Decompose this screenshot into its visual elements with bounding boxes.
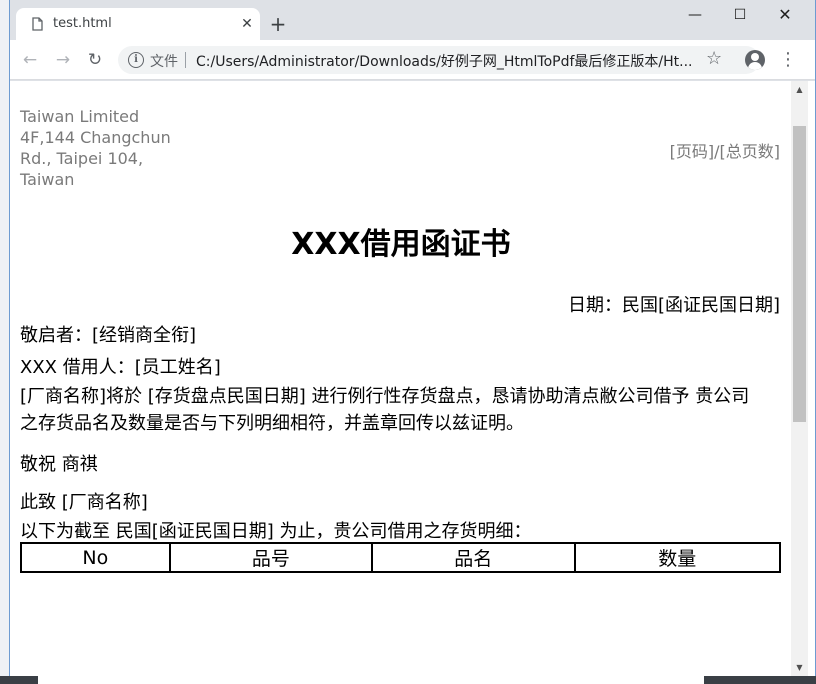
body-paragraph: [厂商名称]将於 [存货盘点民国日期] 进行例行性存货盘点，恳请协助清点敝公司借… [20,386,750,434]
scroll-up-icon[interactable]: ▲ [791,81,808,98]
page-viewport: Taiwan Limited 4F,144 Changchun Rd., Tai… [10,81,815,676]
header-quantity: 数量 [573,542,782,573]
omnibox-separator [185,52,186,68]
company-address: Taiwan Limited 4F,144 Changchun Rd., Tai… [20,106,180,190]
borrower-line: XXX 借用人：[员工姓名] [20,357,221,378]
header-item-code: 品号 [168,542,374,573]
browser-window: test.html ✕ + — ☐ ✕ ← → ↻ i 文件 C:/Users/… [9,0,816,676]
forward-arrow-icon[interactable]: → [51,48,75,72]
scroll-down-icon[interactable]: ▼ [791,659,808,676]
desktop-background [0,0,9,684]
vertical-scrollbar[interactable]: ▲ ▼ [791,81,808,676]
tab-title: test.html [53,16,112,31]
scroll-thumb[interactable] [793,126,806,422]
sender-line: 此致 [厂商名称] [20,492,148,513]
taskbar-edge [0,676,816,684]
tab-close-icon[interactable]: ✕ [237,14,257,34]
date-line: 日期：民国[函证民国日期] [567,295,780,316]
salutation: 敬启者：[经销商全衔] [20,325,197,346]
company-line: 4F,144 Changchun [20,128,171,147]
menu-kebab-icon[interactable]: ⋮ [779,48,797,72]
back-arrow-icon[interactable]: ← [18,48,42,72]
minimize-icon[interactable]: — [672,0,718,30]
address-bar[interactable]: i 文件 C:/Users/Administrator/Downloads/好例… [118,46,760,74]
reload-icon[interactable]: ↻ [83,48,107,72]
toolbar: ← → ↻ i 文件 C:/Users/Administrator/Downlo… [10,40,815,80]
tab-strip: test.html ✕ + — ☐ ✕ [10,0,815,40]
page-icon [32,17,43,31]
url-text[interactable]: C:/Users/Administrator/Downloads/好例子网_Ht… [196,51,696,71]
detail-intro: 以下为截至 民国[函证民国日期] 为止，贵公司借用之存货明细： [20,521,532,542]
profile-icon[interactable] [745,50,765,70]
inventory-table: No 品号 品名 数量 [20,542,782,573]
page-number: [页码]/[总页数] [669,142,780,161]
document-title: XXX借用函证书 [291,227,511,262]
document: Taiwan Limited 4F,144 Changchun Rd., Tai… [20,81,782,676]
maximize-icon[interactable]: ☐ [717,0,763,30]
header-no: No [20,542,171,573]
company-line: Taiwan [20,170,75,189]
company-line: Rd., Taipei 104, [20,149,144,168]
window-close-icon[interactable]: ✕ [762,0,808,30]
company-line: Taiwan Limited [20,107,140,126]
info-icon[interactable]: i [128,52,144,68]
closing-line: 敬祝 商祺 [20,454,98,475]
tab-test-html[interactable]: test.html ✕ [16,8,260,40]
table-header-row: No 品号 品名 数量 [20,542,782,573]
bookmark-star-icon[interactable]: ☆ [706,48,722,69]
new-tab-icon[interactable]: + [266,12,290,36]
scheme-label: 文件 [150,54,178,70]
header-item-name: 品名 [371,542,576,573]
